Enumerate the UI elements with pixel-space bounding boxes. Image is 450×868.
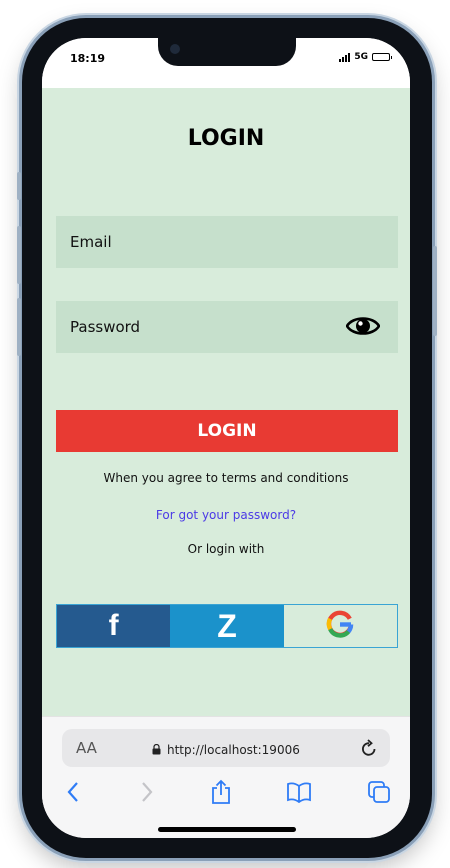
url-display[interactable]: http://localhost:19006 — [152, 740, 300, 759]
facebook-login-button[interactable]: f — [57, 605, 171, 647]
email-field[interactable]: Email — [56, 216, 398, 268]
back-icon[interactable] — [60, 779, 86, 805]
browser-toolbar — [42, 779, 410, 809]
lock-icon — [152, 740, 161, 759]
home-indicator — [158, 827, 296, 832]
reload-icon[interactable] — [360, 738, 378, 762]
bookmarks-icon[interactable] — [286, 779, 312, 805]
status-bar: 18:19 5G — [42, 38, 410, 88]
email-placeholder: Email — [70, 233, 112, 251]
silent-switch — [17, 172, 21, 200]
share-icon[interactable] — [208, 779, 234, 805]
google-icon — [325, 609, 355, 643]
url-text: http://localhost:19006 — [167, 742, 300, 757]
password-placeholder: Password — [70, 318, 141, 336]
volume-up-button — [17, 226, 21, 284]
text-size-button[interactable]: AA — [76, 739, 97, 757]
tabs-icon[interactable] — [366, 779, 392, 805]
safari-browser-bar: AA http://localhost:19006 — [42, 716, 410, 838]
google-login-button[interactable] — [283, 605, 397, 647]
zalo-login-button[interactable]: Z — [170, 605, 284, 647]
notch — [158, 38, 296, 66]
login-button[interactable]: LOGIN — [56, 410, 398, 452]
eye-icon[interactable] — [345, 313, 381, 343]
text-size-label: AA — [76, 739, 97, 757]
or-login-with-text: Or login with — [187, 542, 265, 556]
signal-icon — [339, 52, 351, 62]
volume-down-button — [17, 298, 21, 356]
terms-text: When you agree to terms and conditions — [103, 471, 349, 485]
forgot-password-link[interactable]: For got your password? — [42, 508, 410, 522]
login-screen: LOGIN Email Password LOGIN When you agre… — [42, 88, 410, 716]
power-button — [433, 246, 437, 336]
status-indicators: 5G — [339, 52, 392, 62]
zalo-icon: Z — [217, 607, 237, 644]
screen: 18:19 5G LOGIN Email Password LOGIN When… — [42, 38, 410, 838]
network-type: 5G — [354, 52, 368, 62]
password-field[interactable]: Password — [56, 301, 398, 353]
status-time: 18:19 — [70, 52, 106, 65]
address-bar[interactable]: AA http://localhost:19006 — [62, 729, 390, 767]
forward-icon[interactable] — [134, 779, 160, 805]
facebook-icon: f — [108, 609, 119, 642]
social-login-bar: f Z — [56, 604, 398, 648]
camera-icon — [170, 44, 180, 54]
battery-icon — [372, 53, 392, 61]
page-title: LOGIN — [187, 126, 265, 151]
